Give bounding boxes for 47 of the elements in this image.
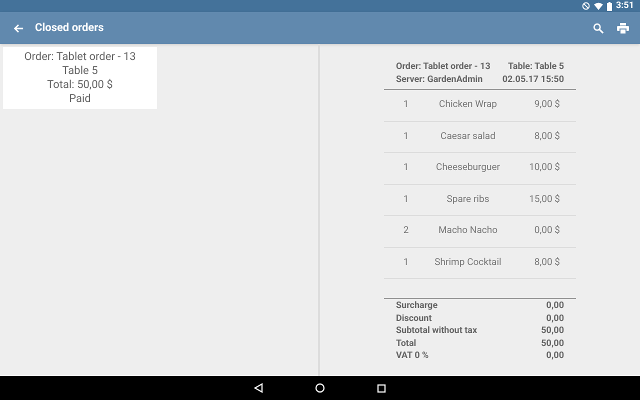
order-date: 02.05.17 15:50 [502, 74, 564, 87]
total-value: 0,00 [546, 350, 564, 363]
clock-time: 3:51 [616, 2, 634, 10]
item-quantity: 1 [402, 98, 410, 112]
item-quantity: 1 [402, 161, 410, 176]
item-quantity: 1 [402, 192, 410, 207]
order-card[interactable]: Order: Tablet order - 13 Table 5 Total: 50,00 $ Paid [3, 47, 157, 109]
item-price: 8,00 $ [533, 256, 560, 270]
wifi-icon [594, 2, 603, 10]
item-name: Chicken Wrap [438, 98, 498, 112]
back-icon[interactable] [254, 383, 263, 393]
server-name: Server: GardenAdmin [396, 74, 483, 87]
recents-icon[interactable] [377, 384, 386, 392]
item-price: 8,00 $ [533, 130, 560, 144]
total-label: Total [396, 338, 416, 350]
item-name: Cheeseburguer [435, 161, 501, 176]
item-name: Macho Nacho [437, 224, 498, 238]
item-price: 0,00 $ [533, 224, 560, 238]
total-value: 50,00 [541, 338, 564, 350]
total-value: 0,00 [546, 312, 564, 326]
screen-title: Closed orders [35, 20, 104, 36]
total-label: Surcharge [396, 300, 438, 313]
item-name: Spare ribs [446, 192, 490, 207]
total-value: 50,00 [541, 325, 564, 338]
order-name: Order: Tablet order - 13 [24, 50, 136, 64]
item-name: Shrimp Cocktail [434, 256, 502, 270]
table-name: Table 5 [62, 64, 98, 78]
order-name: Order: Tablet order - 13 [396, 61, 490, 74]
total-label: Subtotal without tax [396, 325, 478, 338]
order-total: Total: 50,00 $ [47, 78, 113, 92]
home-icon[interactable] [315, 383, 325, 393]
print-button[interactable] [617, 22, 629, 34]
battery-icon [606, 2, 612, 10]
order-status: Paid [69, 92, 91, 106]
item-price: 15,00 $ [528, 192, 560, 207]
item-quantity: 1 [402, 130, 410, 144]
total-label: Discount [396, 312, 432, 326]
item-quantity: 2 [402, 224, 410, 238]
item-name: Caesar salad [440, 130, 496, 144]
table-name: Table: Table 5 [508, 61, 564, 74]
search-button[interactable] [592, 22, 604, 34]
item-price: 9,00 $ [533, 98, 560, 112]
do-not-disturb-icon [582, 2, 590, 10]
item-price: 10,00 $ [528, 161, 560, 176]
total-label: VAT 0 % [396, 350, 429, 363]
total-value: 0,00 [546, 300, 564, 313]
item-quantity: 1 [402, 256, 410, 270]
